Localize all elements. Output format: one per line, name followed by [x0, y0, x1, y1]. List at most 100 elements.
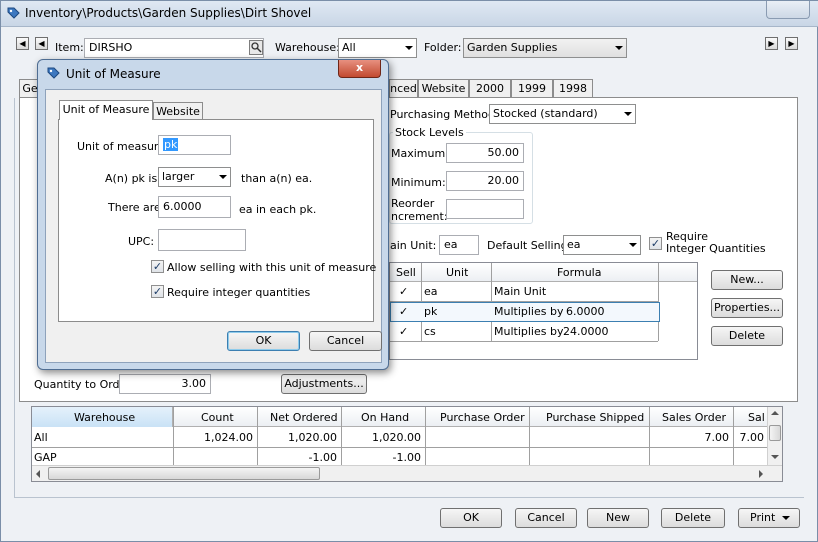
tag-icon: [47, 67, 60, 79]
new-unit-button[interactable]: New...: [711, 270, 783, 290]
there-are-field[interactable]: 6.0000: [158, 196, 231, 218]
dialog-tab-website[interactable]: Website: [153, 102, 203, 120]
col-warehouse[interactable]: Warehouse: [74, 411, 135, 424]
purchasing-method-select[interactable]: Stocked (standard): [489, 104, 636, 124]
vertical-scrollbar[interactable]: [767, 407, 782, 465]
require-integer-quantities-label: Require integer quantities: [167, 286, 311, 299]
warehouse-select[interactable]: All: [338, 38, 417, 58]
quantity-to-order-field[interactable]: 3.00: [119, 374, 211, 394]
tag-icon: [7, 7, 20, 19]
require-integer-quantities-checkbox[interactable]: ✓: [151, 285, 164, 298]
allow-selling-checkbox[interactable]: ✓: [151, 260, 164, 273]
table-row[interactable]: All 1,024.00 1,020.00 1,020.00 7.00 7.00: [32, 427, 767, 448]
uom-label: Unit of measure:: [77, 140, 169, 153]
col-sal[interactable]: Sal: [748, 411, 765, 424]
warehouse-label: Warehouse:: [275, 41, 340, 54]
tab-website[interactable]: Website: [418, 79, 469, 98]
unit-cell: ea: [424, 285, 438, 298]
comparison-select[interactable]: larger: [158, 167, 231, 187]
comparison-select-value: larger: [162, 170, 195, 183]
tab-2000[interactable]: 2000: [469, 79, 511, 98]
warehouse-grid: Warehouse Count Net Ordered On Hand Purc…: [31, 406, 783, 482]
chevron-down-icon: [615, 46, 623, 50]
default-selling-label: Default Selling:: [487, 239, 572, 252]
uom-field[interactable]: pk: [158, 135, 231, 155]
first-record-icon[interactable]: ◀: [16, 37, 29, 50]
units-col-unit: Unit: [446, 266, 469, 279]
unit-properties-button[interactable]: Properties...: [711, 298, 783, 318]
table-row[interactable]: GAP -1.00 -1.00: [32, 448, 767, 465]
folder-select-value: Garden Supplies: [467, 41, 558, 54]
adjustments-button[interactable]: Adjustments...: [281, 374, 367, 394]
formula-cell: Multiplies by: [494, 305, 564, 318]
sal-cell: 7.00: [739, 431, 765, 444]
col-count[interactable]: Count: [201, 411, 234, 424]
footer-divider: [14, 497, 804, 498]
dialog-tab-unit-of-measure[interactable]: Unit of Measure: [59, 100, 153, 120]
ok-button[interactable]: OK: [440, 508, 502, 528]
upc-field[interactable]: [158, 229, 246, 251]
allow-selling-label: Allow selling with this unit of measure: [167, 261, 377, 274]
check-icon: ✓: [399, 285, 409, 298]
close-button[interactable]: x: [338, 60, 381, 78]
minimum-field[interactable]: 20.00: [446, 171, 524, 191]
previous-record-icon[interactable]: ◀: [35, 37, 48, 50]
delete-button[interactable]: Delete: [661, 508, 725, 528]
scroll-left-icon[interactable]: [36, 470, 40, 478]
warehouse-cell: GAP: [34, 451, 57, 464]
print-button[interactable]: Print: [738, 508, 800, 528]
horizontal-scroll-thumb[interactable]: [48, 467, 320, 480]
folder-select[interactable]: Garden Supplies: [463, 38, 627, 58]
col-on-hand[interactable]: On Hand: [361, 411, 409, 424]
delete-unit-button[interactable]: Delete: [711, 326, 783, 346]
there-are-label: There are: [108, 201, 161, 214]
tab-advanced[interactable]: nced: [389, 79, 418, 98]
check-icon: ✓: [399, 325, 409, 338]
reorder-label-line1: Reorder: [391, 197, 435, 210]
vertical-scroll-thumb[interactable]: [769, 425, 781, 441]
units-col-sell: Sell: [396, 266, 416, 279]
col-sales-order[interactable]: Sales Order: [662, 411, 726, 424]
upc-label: UPC:: [128, 235, 155, 248]
tab-1999[interactable]: 1999: [511, 79, 553, 98]
dialog-title: Unit of Measure: [66, 67, 161, 81]
chevron-down-icon: [629, 243, 637, 247]
default-selling-select[interactable]: ea: [563, 235, 641, 255]
maximize-button[interactable]: [766, 1, 810, 19]
chevron-down-icon: [624, 112, 632, 116]
search-icon[interactable]: [249, 40, 263, 55]
scroll-up-icon[interactable]: [771, 411, 779, 415]
main-unit-field[interactable]: ea: [439, 235, 479, 255]
tab-1998[interactable]: 1998: [553, 79, 593, 98]
require-integer-checkbox[interactable]: ✓: [649, 237, 662, 250]
reorder-increment-field[interactable]: [446, 199, 524, 219]
col-purchase-shipped[interactable]: Purchase Shipped: [546, 411, 644, 424]
col-net-ordered[interactable]: Net Ordered: [270, 411, 338, 424]
count-cell: 1,024.00: [204, 431, 253, 444]
factor-cell: 24.0000: [563, 325, 609, 338]
chevron-down-icon: [405, 46, 413, 50]
scroll-down-icon[interactable]: [771, 455, 779, 459]
units-table-header: [390, 263, 697, 282]
dialog-ok-button[interactable]: OK: [227, 331, 300, 351]
reorder-label-line2: ncrement:: [391, 210, 448, 223]
scroll-right-icon[interactable]: [759, 470, 763, 478]
table-row[interactable]: ✓ cs Multiplies by 24.0000: [390, 322, 658, 342]
dialog-cancel-button[interactable]: Cancel: [309, 331, 382, 351]
maximum-field[interactable]: 50.00: [446, 143, 524, 163]
new-button[interactable]: New: [587, 508, 649, 528]
col-purchase-order[interactable]: Purchase Order: [440, 411, 525, 424]
unit-cell: cs: [424, 325, 436, 338]
on-hand-cell: 1,020.00: [372, 431, 421, 444]
table-row[interactable]: ✓ pk Multiplies by 6.0000: [390, 302, 660, 322]
last-record-icon[interactable]: ▶: [785, 37, 798, 50]
purchasing-method-value: Stocked (standard): [493, 107, 598, 120]
table-row[interactable]: ✓ ea Main Unit: [390, 282, 658, 302]
comparison-suffix: than a(n) ea.: [241, 172, 313, 185]
next-record-icon[interactable]: ▶: [765, 37, 778, 50]
main-unit-label: ain Unit:: [390, 239, 437, 252]
cancel-button[interactable]: Cancel: [515, 508, 577, 528]
horizontal-scrollbar[interactable]: [32, 465, 782, 481]
sales-order-cell: 7.00: [704, 431, 730, 444]
item-field[interactable]: DIRSHO: [84, 38, 264, 58]
